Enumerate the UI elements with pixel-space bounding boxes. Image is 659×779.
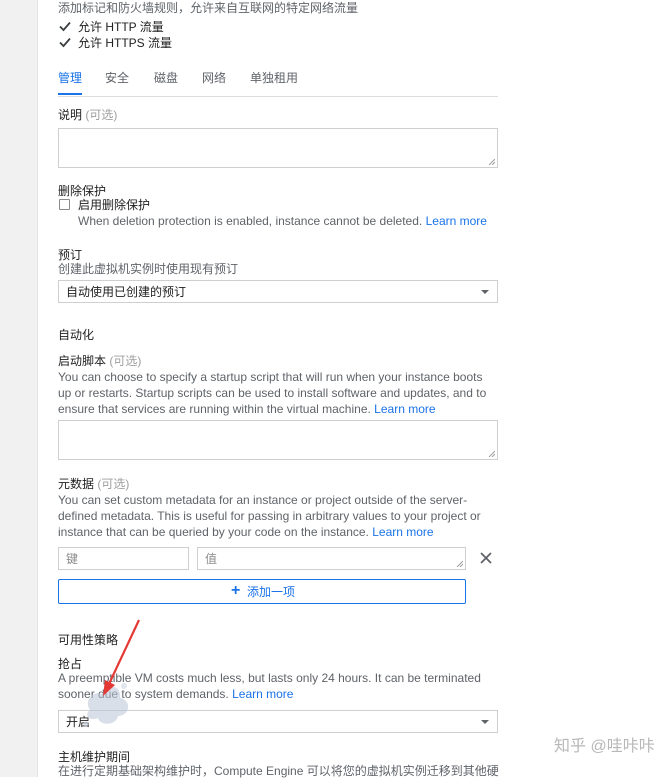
metadata-value-placeholder: 值	[205, 552, 218, 566]
deletion-protection-label[interactable]: 启用删除保护	[78, 197, 150, 213]
startup-script-description: You can choose to specify a startup scri…	[58, 369, 498, 417]
check-icon	[59, 21, 71, 32]
allow-https-label[interactable]: 允许 HTTPS 流量	[78, 35, 172, 51]
reservation-subtitle: 创建此虚拟机实例时使用现有预订	[58, 262, 239, 276]
tab-networking[interactable]: 网络	[202, 70, 226, 87]
allow-https-checkbox[interactable]	[59, 37, 71, 48]
reservation-select[interactable]: 自动使用已创建的预订	[58, 280, 498, 303]
metadata-key-input[interactable]: 键	[58, 547, 189, 570]
firewall-description: 添加标记和防火墙规则，允许来自互联网的特定网络流量	[58, 1, 359, 15]
plus-icon: +	[231, 582, 241, 599]
watermark-text: 知乎 @哇咔咔	[554, 738, 655, 755]
metadata-optional: (可选)	[97, 477, 130, 491]
settings-tabs: 管理 安全 磁盘 网络 单独租用	[58, 70, 498, 97]
description-textarea[interactable]	[58, 128, 498, 168]
resize-grip-icon[interactable]	[456, 560, 463, 567]
dropdown-arrow-icon	[481, 290, 489, 294]
metadata-description: You can set custom metadata for an insta…	[58, 492, 498, 540]
description-label: 说明 (可选)	[58, 107, 117, 123]
metadata-value-input[interactable]: 值	[197, 547, 466, 570]
deletion-protection-learn-more-link[interactable]: Learn more	[426, 214, 487, 228]
metadata-desc-line-2: defined metadata. This is useful for pas…	[58, 509, 481, 523]
deletion-protection-hint-text: When deletion protection is enabled, ins…	[78, 214, 423, 228]
description-optional: (可选)	[85, 108, 118, 122]
deletion-protection-checkbox[interactable]	[59, 199, 70, 210]
metadata-desc-line-3: instance that can be queried by your cod…	[58, 525, 369, 539]
metadata-label: 元数据 (可选)	[58, 476, 129, 492]
dropdown-arrow-icon	[481, 720, 489, 724]
tab-security[interactable]: 安全	[105, 70, 129, 87]
add-metadata-item-button[interactable]: + 添加一项	[58, 579, 466, 604]
startup-learn-more-link[interactable]: Learn more	[374, 402, 435, 416]
check-icon	[59, 37, 71, 48]
metadata-key-placeholder: 键	[66, 552, 79, 566]
startup-script-label: 启动脚本 (可选)	[58, 353, 141, 369]
metadata-desc-line-1: You can set custom metadata for an insta…	[58, 493, 468, 507]
allow-http-checkbox[interactable]	[59, 21, 71, 32]
deletion-protection-hint: When deletion protection is enabled, ins…	[78, 213, 487, 229]
active-tab-indicator	[58, 93, 82, 95]
metadata-learn-more-link[interactable]: Learn more	[372, 525, 433, 539]
automation-title: 自动化	[58, 328, 95, 342]
description-label-text: 说明	[58, 108, 83, 122]
metadata-desc-line-3-wrap: instance that can be queried by your cod…	[58, 524, 498, 540]
remove-item-close-icon[interactable]	[479, 551, 493, 565]
resize-grip-icon[interactable]	[488, 450, 495, 457]
tab-disks[interactable]: 磁盘	[154, 70, 178, 87]
startup-desc-line-3-wrap: ensure that services are running within …	[58, 401, 498, 417]
annotation-arrow-icon	[103, 619, 140, 696]
metadata-label-text: 元数据	[58, 477, 95, 491]
startup-desc-line-1: You can choose to specify a startup scri…	[58, 370, 483, 384]
startup-desc-line-2: up or restarts. Startup scripts can be u…	[58, 386, 487, 400]
preempt-learn-more-link[interactable]: Learn more	[232, 687, 293, 701]
startup-script-textarea[interactable]	[58, 420, 498, 460]
tab-management[interactable]: 管理	[58, 70, 82, 87]
allow-http-label[interactable]: 允许 HTTP 流量	[78, 19, 164, 35]
startup-script-optional: (可选)	[109, 354, 142, 368]
startup-script-label-text: 启动脚本	[58, 354, 107, 368]
tab-sole-tenancy[interactable]: 单独租用	[250, 70, 298, 87]
reservation-selected-value: 自动使用已创建的预订	[66, 285, 187, 299]
add-metadata-item-label: 添加一项	[247, 585, 296, 599]
resize-grip-icon[interactable]	[488, 158, 495, 165]
startup-desc-line-3: ensure that services are running within …	[58, 402, 371, 416]
